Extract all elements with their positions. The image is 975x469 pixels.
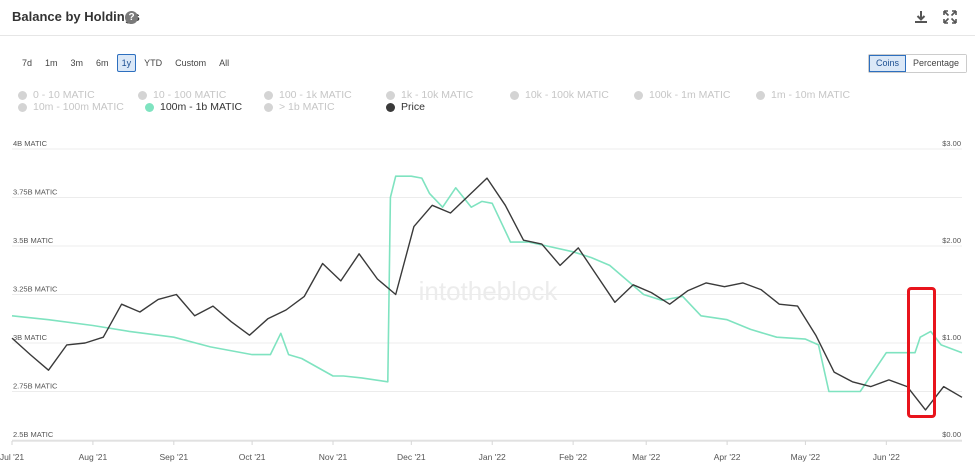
- download-icon[interactable]: [913, 9, 929, 25]
- legend-item[interactable]: 10m - 100m MATIC: [18, 101, 124, 113]
- period-button-all[interactable]: All: [214, 54, 235, 72]
- legend-item[interactable]: 0 - 10 MATIC: [18, 89, 95, 101]
- series-line-price: [11, 177, 963, 411]
- legend-label: 10m - 100m MATIC: [33, 101, 124, 113]
- mode-button-coins[interactable]: Coins: [869, 55, 907, 72]
- legend-label: 100k - 1m MATIC: [649, 89, 731, 101]
- legend-label: 10 - 100 MATIC: [153, 89, 227, 101]
- legend-item[interactable]: 10 - 100 MATIC: [138, 89, 226, 101]
- watermark: intotheblock: [419, 276, 559, 306]
- x-tick-label: Jan '22: [479, 452, 506, 462]
- x-tick-label: Jun '22: [873, 452, 900, 462]
- legend-dot-icon: [510, 90, 519, 100]
- period-button-3m[interactable]: 3m: [65, 54, 89, 72]
- legend-item[interactable]: 100 - 1k MATIC: [264, 89, 352, 101]
- x-tick-label: May '22: [791, 452, 821, 462]
- period-button-ytd[interactable]: YTD: [139, 54, 168, 72]
- legend-label: 10k - 100k MATIC: [525, 89, 609, 101]
- y-left-tick-label: 3.75B MATIC: [13, 188, 58, 197]
- legend-item[interactable]: Price: [386, 101, 425, 113]
- x-tick-label: Nov '21: [319, 452, 348, 462]
- legend-dot-icon: [386, 90, 395, 100]
- legend-item[interactable]: > 1b MATIC: [264, 101, 335, 113]
- x-tick-label: Oct '21: [239, 452, 266, 462]
- legend-dot-icon: [145, 102, 154, 112]
- mode-button-percentage[interactable]: Percentage: [906, 55, 967, 72]
- period-button-7d[interactable]: 7d: [17, 54, 38, 72]
- y-left-tick-label: 4B MATIC: [13, 139, 48, 148]
- chart-title: Balance by Holdings: [12, 9, 140, 24]
- x-tick-label: Dec '21: [397, 452, 426, 462]
- period-selector: 7d 1m 3m 6m 1y YTD Custom All: [17, 54, 235, 72]
- y-left-tick-label: 2.75B MATIC: [13, 382, 58, 391]
- x-tick-label: Apr '22: [714, 452, 741, 462]
- x-tick-label: Sep '21: [160, 452, 189, 462]
- legend-label: 100 - 1k MATIC: [279, 89, 352, 101]
- legend-dot-icon: [264, 90, 273, 100]
- x-tick-label: Aug '21: [79, 452, 108, 462]
- chart-header: Balance by Holdings ?: [0, 0, 975, 36]
- y-right-tick-label: $0.00: [942, 430, 961, 439]
- y-left-tick-label: 3.5B MATIC: [13, 236, 54, 245]
- legend-label: > 1b MATIC: [279, 101, 335, 113]
- x-tick-label: Feb '22: [559, 452, 587, 462]
- y-left-tick-label: 3.25B MATIC: [13, 285, 58, 294]
- legend-label: 100m - 1b MATIC: [160, 101, 243, 113]
- legend-item[interactable]: 10k - 100k MATIC: [510, 89, 609, 101]
- legend-dot-icon: [756, 90, 765, 100]
- legend-label: 1k - 10k MATIC: [401, 89, 474, 101]
- series-line-holdings: [11, 175, 963, 393]
- x-tick-label: Mar '22: [632, 452, 660, 462]
- x-tick-label: Jul '21: [0, 452, 24, 462]
- legend-item[interactable]: 1m - 10m MATIC: [756, 89, 850, 101]
- period-button-custom[interactable]: Custom: [170, 54, 212, 72]
- legend-label: 1m - 10m MATIC: [771, 89, 851, 101]
- y-left-tick-label: 3B MATIC: [13, 333, 48, 342]
- y-left-tick-label: 2.5B MATIC: [13, 430, 54, 439]
- period-button-1y[interactable]: 1y: [116, 54, 137, 72]
- period-button-1m[interactable]: 1m: [40, 54, 63, 72]
- y-right-tick-label: $2.00: [942, 236, 961, 245]
- legend-dot-icon: [138, 90, 147, 100]
- legend-label: 0 - 10 MATIC: [33, 89, 95, 101]
- expand-icon[interactable]: [942, 9, 958, 25]
- help-icon[interactable]: ?: [125, 11, 138, 24]
- legend-dot-icon: [386, 102, 395, 112]
- legend-dot-icon: [634, 90, 643, 100]
- period-button-6m[interactable]: 6m: [91, 54, 114, 72]
- legend-item[interactable]: 100k - 1m MATIC: [634, 89, 731, 101]
- mode-toggle: Coins Percentage: [868, 54, 968, 73]
- y-right-tick-label: $1.00: [942, 333, 961, 342]
- y-right-tick-label: $3.00: [942, 139, 961, 148]
- legend-dot-icon: [18, 102, 27, 112]
- legend-item[interactable]: 1k - 10k MATIC: [386, 89, 473, 101]
- legend-item[interactable]: 100m - 1b MATIC: [145, 101, 242, 113]
- legend-dot-icon: [264, 102, 273, 112]
- legend-dot-icon: [18, 90, 27, 100]
- highlight-box: [907, 287, 936, 418]
- legend-label: Price: [401, 101, 425, 113]
